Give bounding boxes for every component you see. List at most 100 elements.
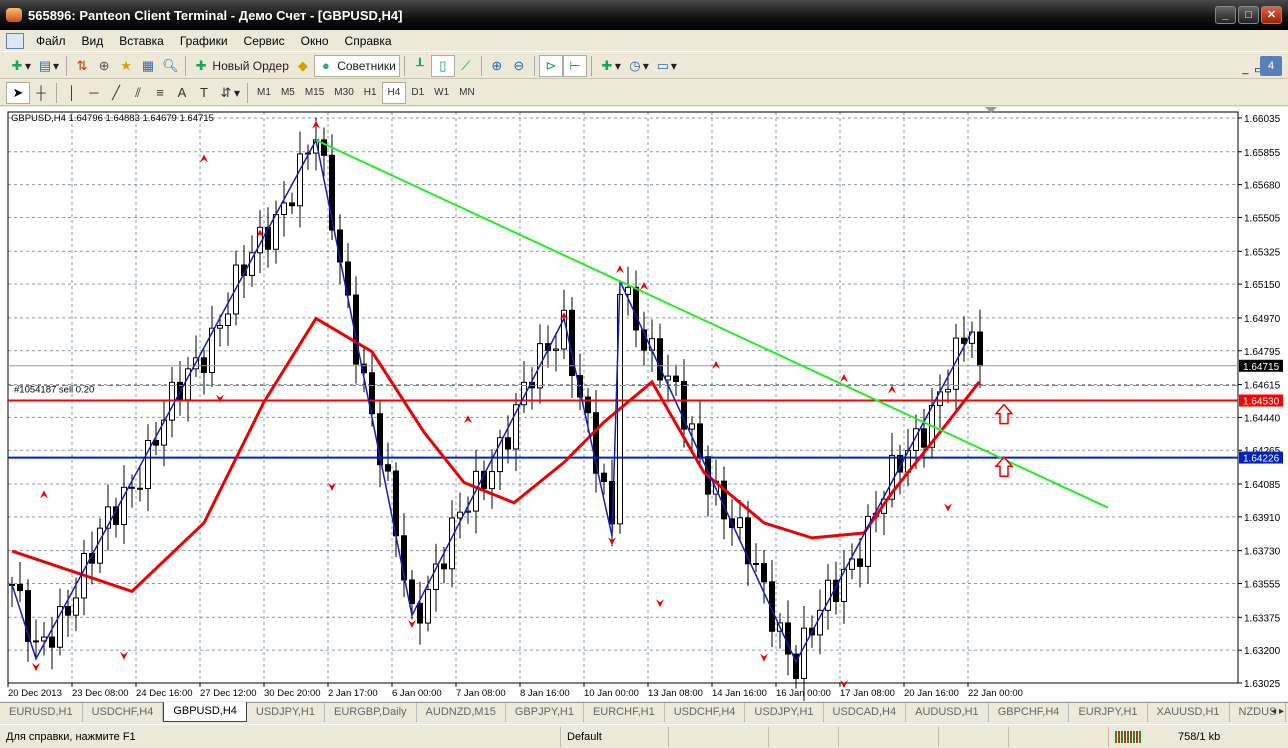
chart-window-icon[interactable] (6, 32, 24, 49)
periods-button[interactable]: ◷ ▾ (624, 55, 652, 77)
cursor-button[interactable]: ➤ (6, 81, 30, 104)
vertical-line-button[interactable]: │ (61, 82, 83, 104)
chart-shift-button[interactable]: ⊢ (562, 54, 587, 77)
chart-tab[interactable]: GBPCHF,H4 (989, 703, 1070, 722)
arrows-button[interactable]: ⇵ ▾ (215, 82, 243, 104)
text-label-button[interactable]: T (193, 82, 215, 104)
market-watch-button[interactable]: ⇅ (71, 55, 93, 77)
candle-body (225, 313, 231, 326)
data-window-button[interactable]: ⊕ (93, 55, 115, 77)
text-button[interactable]: A (171, 82, 193, 104)
equidistant-channel-button[interactable]: ⫽ (127, 82, 149, 104)
line-chart-button[interactable]: ⟋ (455, 55, 477, 77)
clock-icon: ◷ (629, 57, 641, 73)
horizontal-line-button[interactable]: ─ (83, 82, 105, 104)
status-help: Для справки, нажмите F1 (6, 730, 136, 743)
timeframe-m15[interactable]: M15 (300, 82, 329, 104)
title-bar: 565896: Panteon Client Terminal - Демо С… (0, 0, 1288, 30)
auto-scroll-button[interactable]: ⊳ (538, 54, 563, 77)
menu-view[interactable]: Вид (74, 34, 112, 48)
timeframe-m30[interactable]: M30 (329, 82, 358, 104)
timeframe-mn[interactable]: MN (454, 82, 480, 104)
time-tick-label: 22 Jan 00:00 (968, 688, 1023, 699)
price-tick-label: 1.65855 (1244, 148, 1281, 159)
menu-insert[interactable]: Вставка (111, 34, 172, 48)
chart-tab[interactable]: AUDNZD,M15 (417, 703, 506, 722)
candle-body (385, 464, 391, 472)
indicators-button[interactable]: ✚ ▾ (596, 55, 624, 77)
candle-body (297, 153, 303, 207)
minimize-button[interactable]: _ (1215, 6, 1236, 24)
templates-button[interactable]: ▭ ▾ (652, 55, 680, 77)
chart-tab[interactable]: AUDUSD,H1 (906, 703, 989, 722)
time-tick-label: 2 Jan 17:00 (328, 688, 378, 699)
time-tick-label: 20 Dec 2013 (8, 688, 62, 699)
price-chart[interactable]: 1.66035 1.65855 1.65680 1.65505 1.65325 1.651… (0, 107, 1288, 701)
candle-body (201, 357, 207, 373)
terminal-button[interactable]: ▦ (137, 55, 159, 77)
chart-tab[interactable]: USDCAD,H4 (824, 703, 907, 722)
chart-tab[interactable]: USDJPY,H1 (247, 703, 325, 722)
chart-tab[interactable]: USDCHF,H4 (665, 703, 746, 722)
maximize-button[interactable]: □ (1238, 6, 1259, 24)
timeframe-h1[interactable]: H1 (359, 82, 382, 104)
zoom-out-icon: ⊖ (513, 57, 525, 73)
candle-body (17, 583, 23, 592)
chart-tab[interactable]: EURJPY,H1 (1069, 703, 1148, 722)
candle-body (737, 517, 743, 529)
chart-tab[interactable]: GBPJPY,H1 (506, 703, 584, 722)
profiles-button[interactable]: ▤ ▾ (34, 55, 62, 77)
chart-tab[interactable]: EURUSD,H1 (0, 703, 83, 722)
timeframe-m5[interactable]: M5 (276, 82, 300, 104)
timeframe-h4[interactable]: H4 (381, 81, 407, 104)
text-label-icon: T (200, 84, 208, 100)
timeframe-d1[interactable]: D1 (406, 82, 429, 104)
chart-tab[interactable]: USDJPY,H1 (745, 703, 824, 722)
fibonacci-button[interactable]: ≡ (149, 82, 171, 104)
close-button[interactable]: ✕ (1261, 6, 1282, 24)
experts-button[interactable]: ● Советники (313, 54, 400, 77)
candle-body (265, 226, 271, 250)
candle-body (977, 331, 983, 367)
candlestick-button[interactable]: ▯ (430, 54, 455, 77)
zoom-in-button[interactable]: ⊕ (486, 55, 508, 77)
menu-charts[interactable]: Графики (172, 34, 236, 48)
zoom-out-button[interactable]: ⊖ (508, 55, 530, 77)
chart-tab[interactable]: XAUUSD,H1 (1148, 703, 1230, 722)
price-tick-label: 1.64795 (1244, 347, 1281, 358)
trendline-button[interactable]: ╱ (105, 82, 127, 104)
navigator-button[interactable]: ★ (115, 55, 137, 77)
menu-file[interactable]: Файл (28, 34, 74, 48)
experts-label: Советники (337, 58, 396, 73)
time-tick-label: 16 Jan 00:00 (776, 688, 831, 699)
candle-body (761, 563, 767, 583)
chart-tab[interactable]: EURGBP,Daily (325, 703, 417, 722)
time-tick-label: 17 Jan 08:00 (840, 688, 895, 699)
order-label: #1054187 sell 0.20 (14, 385, 94, 396)
chart-tab[interactable]: USDCHF,H4 (83, 703, 164, 722)
candle-body (449, 517, 455, 570)
candle-body (753, 563, 759, 566)
tab-scroll-arrows[interactable]: ◂ ▸ (1271, 706, 1284, 717)
timeframe-m1[interactable]: M1 (252, 82, 276, 104)
menu-help[interactable]: Справка (337, 34, 400, 48)
bar-chart-button[interactable]: ┸ (409, 55, 431, 77)
candle-body (665, 375, 671, 381)
menu-tools[interactable]: Сервис (236, 34, 293, 48)
crosshair-button[interactable]: ┼ (30, 82, 52, 104)
chart-tab[interactable]: EURCHF,H1 (584, 703, 665, 722)
candle-body (129, 486, 135, 489)
new-chart-button[interactable]: ✚ ▾ (6, 55, 34, 77)
candle-body (33, 640, 39, 643)
experts-icon: ● (321, 57, 330, 73)
crosshair-icon: ⊕ (98, 57, 110, 73)
tester-button[interactable]: 🔍︎ (159, 55, 181, 77)
alert-button[interactable]: ◆ (292, 55, 314, 77)
price-tick-label: 1.64440 (1244, 413, 1281, 424)
menu-window[interactable]: Окно (293, 34, 337, 48)
chart-tab[interactable]: GBPUSD,H4 (163, 702, 247, 722)
timeframe-w1[interactable]: W1 (429, 82, 454, 104)
candle-body (49, 636, 55, 648)
new-order-button[interactable]: ✚ Новый Ордер (190, 55, 292, 77)
chat-icon[interactable]: 4 (1260, 56, 1282, 76)
